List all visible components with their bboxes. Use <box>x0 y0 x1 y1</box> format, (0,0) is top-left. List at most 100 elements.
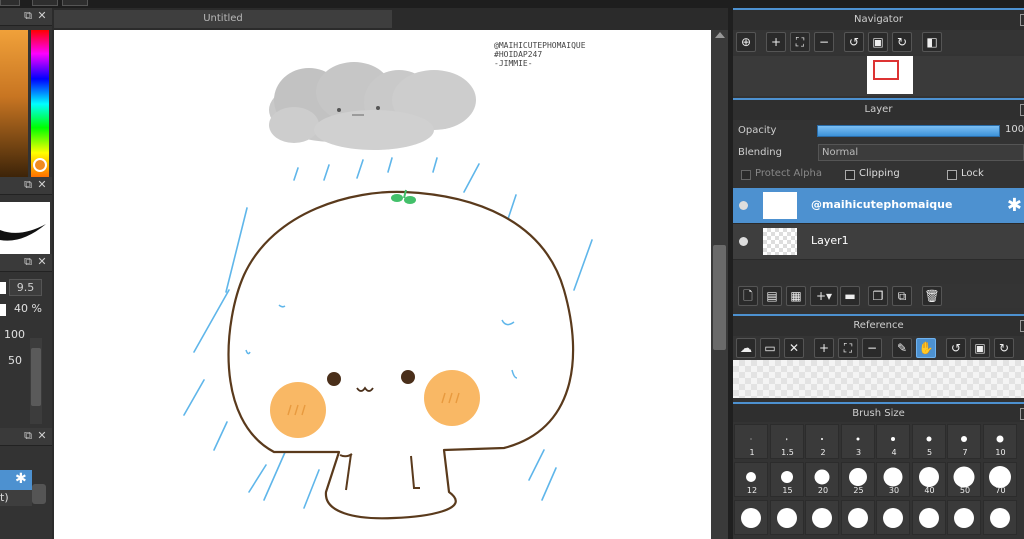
duplicate-layer-icon[interactable]: ❐ <box>868 286 888 306</box>
open-folder-icon[interactable]: ▭ <box>760 338 780 358</box>
visibility-eye-icon[interactable] <box>739 237 748 246</box>
brush-size-preset[interactable]: 4 <box>876 424 910 459</box>
gear-icon[interactable]: ✱ <box>15 471 27 487</box>
layer-opacity-slider[interactable] <box>817 125 1000 137</box>
flip-horizontal-icon[interactable]: ◧ <box>922 32 942 52</box>
brush-size-preset[interactable]: 2 <box>805 424 839 459</box>
navigator-preview[interactable] <box>733 56 1024 96</box>
navigator-thumbnail[interactable] <box>867 56 913 94</box>
drawing-canvas[interactable]: @MAIHICUTEPHOMAIQUE #HOIDAP247 -JIMMIE- <box>54 30 711 539</box>
fit-window-icon[interactable]: ⛶ <box>838 338 858 358</box>
new-halftone-layer-icon[interactable]: ▤ <box>762 286 782 306</box>
brush-size-preset[interactable] <box>947 500 981 535</box>
brush-size-preset[interactable]: 1 <box>734 424 768 459</box>
toolbar-nub[interactable] <box>0 0 20 6</box>
new-folder-icon[interactable]: ▬ <box>840 286 860 306</box>
close-icon[interactable]: ✕ <box>784 338 804 358</box>
reference-canvas[interactable] <box>733 360 1024 398</box>
delete-layer-icon[interactable]: 🗑 <box>922 286 942 306</box>
brush-size-preset[interactable]: 1.5 <box>769 424 804 459</box>
popout-icon[interactable]: ⧉ <box>22 430 34 442</box>
brush-size-preset[interactable]: 5 <box>911 424 946 459</box>
brush-size-dot <box>989 508 1010 528</box>
close-icon[interactable]: ✕ <box>36 10 48 22</box>
mochi-character <box>227 190 575 520</box>
mini-scroll-thumb[interactable] <box>32 484 46 504</box>
panel-edge-icon[interactable] <box>1020 104 1024 116</box>
brush-size-preset[interactable]: 70 <box>982 462 1017 497</box>
scrollbar-thumb[interactable] <box>31 348 41 406</box>
zoom-out-icon[interactable]: − <box>862 338 882 358</box>
blending-select[interactable]: Normal <box>818 144 1024 161</box>
popout-icon[interactable]: ⧉ <box>22 179 34 191</box>
brush-size-preset[interactable]: 12 <box>734 462 768 497</box>
rotate-right-icon[interactable]: ↻ <box>994 338 1014 358</box>
add-layer-dropdown-icon[interactable]: +▾ <box>810 286 838 306</box>
mini-layer-row[interactable]: t) <box>0 490 32 506</box>
brush-size-preset[interactable]: 10 <box>982 424 1017 459</box>
visibility-eye-icon[interactable] <box>739 201 748 210</box>
lock-checkbox[interactable] <box>947 170 957 180</box>
brush-size-preset[interactable]: 15 <box>769 462 804 497</box>
reset-view-icon[interactable]: ▣ <box>868 32 888 52</box>
brush-size-preset[interactable] <box>982 500 1017 535</box>
reset-view-icon[interactable]: ▣ <box>970 338 990 358</box>
brush-size-preset[interactable]: 30 <box>876 462 910 497</box>
canvas-vertical-scrollbar[interactable] <box>711 30 728 539</box>
layer-row-selected[interactable]: @maihicutephomaique ✱ <box>733 188 1024 224</box>
brush-size-preset[interactable]: 20 <box>805 462 839 497</box>
brush-size-preset[interactable] <box>911 500 946 535</box>
brush-size-preset[interactable]: 25 <box>840 462 875 497</box>
upload-icon[interactable]: ☁ <box>736 338 756 358</box>
brush-size-label: 2 <box>820 448 826 457</box>
brush-size-preset[interactable] <box>805 500 839 535</box>
brush-opacity-value[interactable]: 40 % <box>14 302 42 320</box>
hue-slider[interactable] <box>31 30 49 178</box>
brush-size-preset[interactable] <box>734 500 768 535</box>
brush-size-preset[interactable] <box>769 500 804 535</box>
merge-layer-icon[interactable]: ⧉ <box>892 286 912 306</box>
close-icon[interactable]: ✕ <box>36 430 48 442</box>
viewport-rect[interactable] <box>873 60 899 80</box>
zoom-actual-icon[interactable]: ⊕ <box>736 32 756 52</box>
toolbar-nub[interactable] <box>32 0 58 6</box>
panel-edge-icon[interactable] <box>1020 408 1024 420</box>
color-picker-square[interactable] <box>0 30 28 178</box>
eyedropper-icon[interactable]: ✎ <box>892 338 912 358</box>
left-scrollbar[interactable] <box>30 338 42 424</box>
new-1bit-layer-icon[interactable]: ▦ <box>786 286 806 306</box>
zoom-out-icon[interactable]: − <box>814 32 834 52</box>
rotate-right-icon[interactable]: ↻ <box>892 32 912 52</box>
rotate-left-icon[interactable]: ↺ <box>946 338 966 358</box>
mini-layer-selected[interactable]: ✱ <box>0 470 32 490</box>
layer-row[interactable]: Layer1 <box>733 224 1024 260</box>
panel-edge-icon[interactable] <box>1020 320 1024 332</box>
brush-size-field[interactable]: 9.5 <box>9 279 42 296</box>
hand-tool-icon[interactable]: ✋ <box>916 338 936 358</box>
brush-size-preset[interactable] <box>876 500 910 535</box>
document-tab[interactable]: Untitled <box>54 10 392 28</box>
new-layer-icon[interactable]: 🗋 <box>738 286 758 306</box>
brush-size-preset[interactable]: 50 <box>947 462 981 497</box>
brush-size-preset[interactable]: 7 <box>947 424 981 459</box>
close-icon[interactable]: ✕ <box>36 256 48 268</box>
hue-slider-handle[interactable] <box>33 158 47 172</box>
rotate-left-icon[interactable]: ↺ <box>844 32 864 52</box>
toolbar-nub[interactable] <box>62 0 88 6</box>
zoom-in-icon[interactable]: + <box>814 338 834 358</box>
clipping-checkbox[interactable] <box>845 170 855 180</box>
panel-edge-icon[interactable] <box>1020 14 1024 26</box>
protect-alpha-checkbox[interactable] <box>741 170 751 180</box>
scroll-up-arrow-icon[interactable] <box>715 32 725 38</box>
brush-size-preset[interactable] <box>840 500 875 535</box>
gear-icon[interactable]: ✱ <box>1007 195 1022 216</box>
close-icon[interactable]: ✕ <box>36 179 48 191</box>
popout-icon[interactable]: ⧉ <box>22 256 34 268</box>
scrollbar-thumb[interactable] <box>713 245 726 350</box>
fit-window-icon[interactable]: ⛶ <box>790 32 810 52</box>
brush-size-preset[interactable]: 40 <box>911 462 946 497</box>
popout-icon[interactable]: ⧉ <box>22 10 34 22</box>
cloud-illustration <box>269 62 476 150</box>
brush-size-preset[interactable]: 3 <box>840 424 875 459</box>
zoom-in-icon[interactable]: + <box>766 32 786 52</box>
